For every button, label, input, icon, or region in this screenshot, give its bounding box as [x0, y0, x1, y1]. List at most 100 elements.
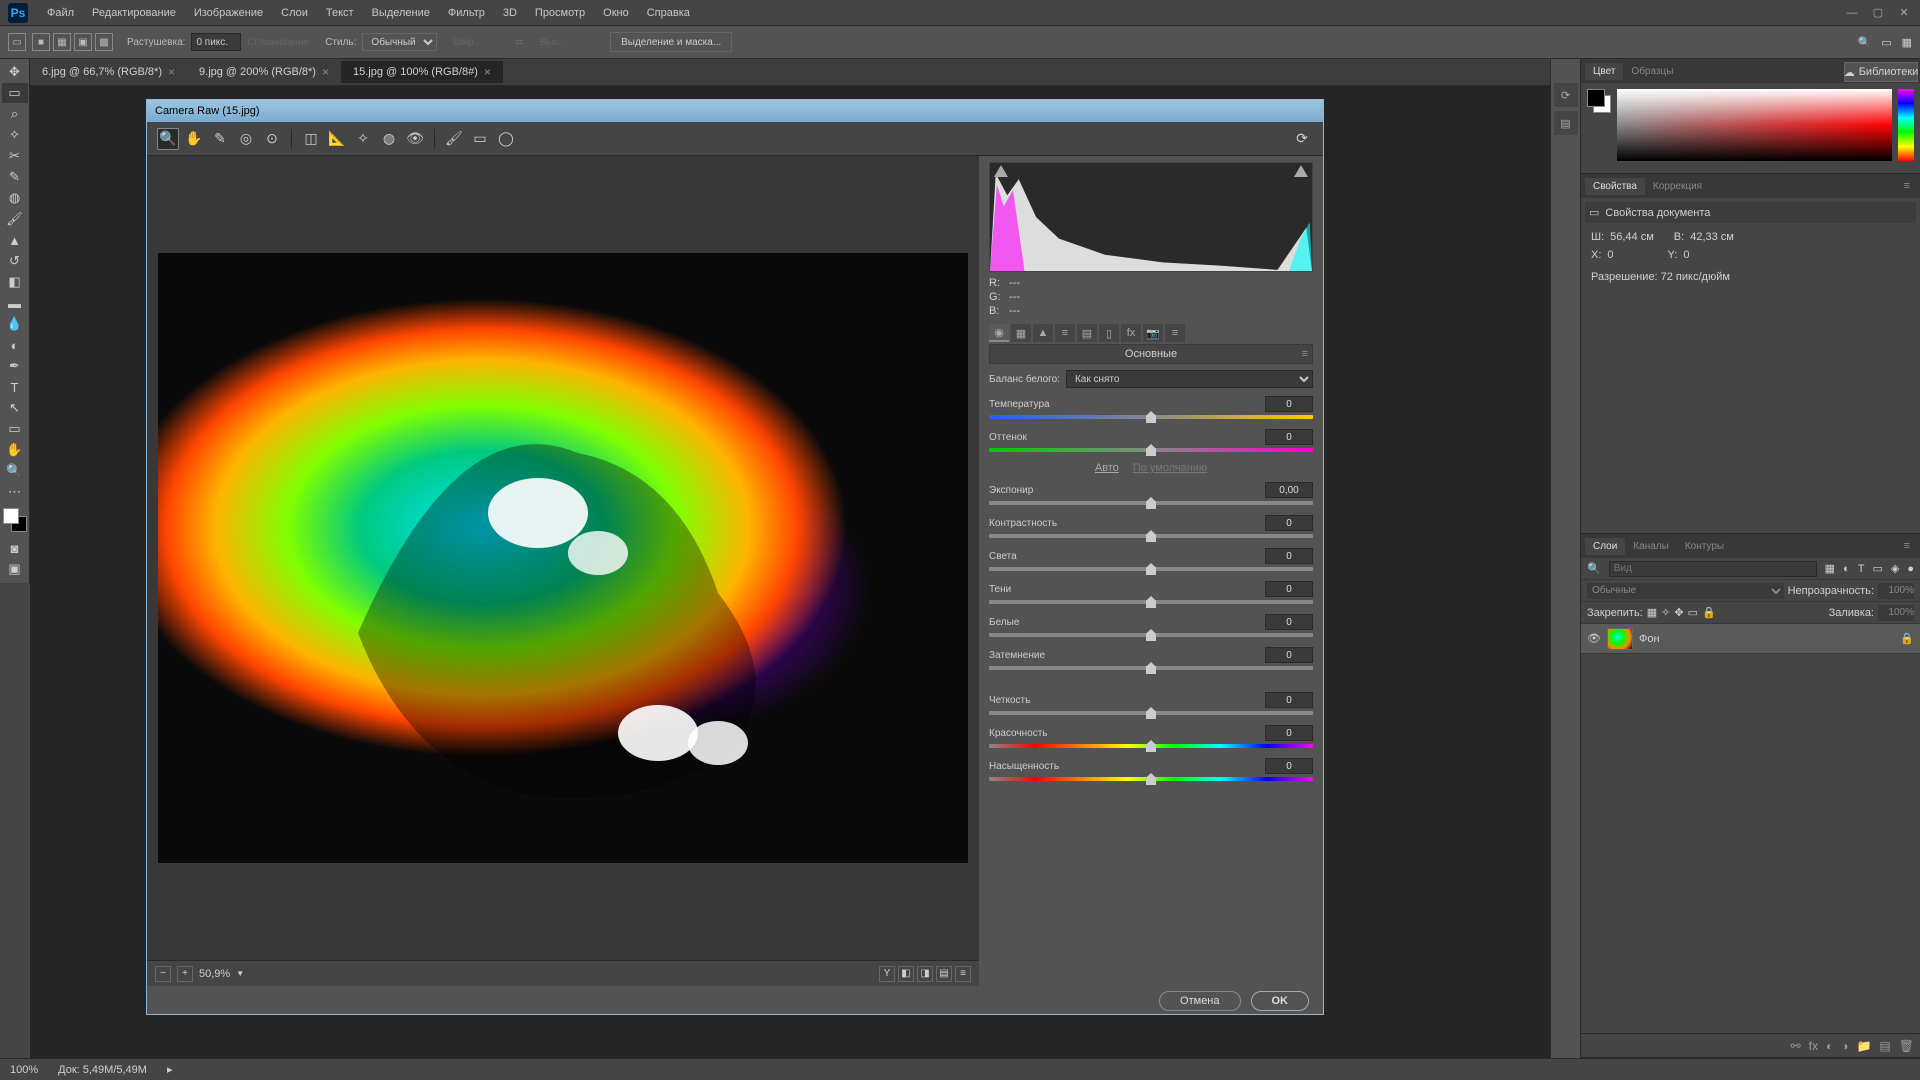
- spot-removal-icon[interactable]: ◍: [378, 128, 400, 150]
- tab-layers[interactable]: Слои: [1585, 538, 1625, 555]
- menu-файл[interactable]: Файл: [38, 7, 83, 19]
- layer-row[interactable]: 👁 Фон 🔒: [1581, 624, 1920, 654]
- preview-image[interactable]: [147, 156, 979, 960]
- settings-icon[interactable]: ⟳: [1291, 128, 1313, 150]
- filter-type-icon[interactable]: ▭: [1872, 562, 1882, 575]
- camera-tab-icon[interactable]: 📷: [1143, 324, 1163, 342]
- crop-tool-icon[interactable]: ◫: [300, 128, 322, 150]
- tab-swatches[interactable]: Образцы: [1623, 63, 1681, 80]
- color-spectrum[interactable]: [1617, 89, 1892, 161]
- basic-tab-icon[interactable]: ◉: [989, 324, 1009, 342]
- slider-value-input[interactable]: [1265, 548, 1313, 564]
- split-tab-icon[interactable]: ▤: [1077, 324, 1097, 342]
- history-dock-icon[interactable]: ⟳: [1554, 83, 1578, 107]
- hsl-tab-icon[interactable]: ≡: [1055, 324, 1075, 342]
- adjustment-icon[interactable]: ◑: [1841, 1039, 1848, 1053]
- slider-track[interactable]: [989, 711, 1313, 715]
- libraries-button[interactable]: ☁ Библиотеки: [1844, 62, 1918, 82]
- slider-track[interactable]: [989, 744, 1313, 748]
- tab-channels[interactable]: Каналы: [1625, 538, 1677, 555]
- slider-track[interactable]: [989, 567, 1313, 571]
- layer-filter-input[interactable]: [1609, 561, 1817, 577]
- history-brush-tool[interactable]: ↺: [2, 251, 28, 271]
- stamp-tool[interactable]: ▲: [2, 230, 28, 250]
- menu-просмотр[interactable]: Просмотр: [526, 7, 594, 19]
- filter-icon[interactable]: 🔍: [1587, 562, 1601, 575]
- search-icon[interactable]: 🔍: [1857, 36, 1871, 49]
- close-icon[interactable]: ✕: [1896, 6, 1912, 20]
- panel-menu-icon[interactable]: ≡: [1898, 540, 1916, 552]
- slider-track[interactable]: [989, 633, 1313, 637]
- slider-value-input[interactable]: [1265, 614, 1313, 630]
- tab-properties[interactable]: Свойства: [1585, 178, 1645, 195]
- select-and-mask-button[interactable]: Выделение и маска...: [610, 32, 732, 52]
- tab-adjustments[interactable]: Коррекция: [1645, 178, 1710, 195]
- subtract-selection-icon[interactable]: ▣: [74, 33, 92, 51]
- document-tab[interactable]: 15.jpg @ 100% (RGB/8#)×: [341, 61, 503, 83]
- straighten-icon[interactable]: 📐: [326, 128, 348, 150]
- lock-all-icon[interactable]: 🔒: [1702, 606, 1716, 619]
- zoom-in-icon[interactable]: +: [177, 966, 193, 982]
- slider-track[interactable]: [989, 600, 1313, 604]
- slider-value-input[interactable]: [1265, 725, 1313, 741]
- lens-tab-icon[interactable]: ▯: [1099, 324, 1119, 342]
- tab-paths[interactable]: Контуры: [1677, 538, 1732, 555]
- minimize-icon[interactable]: —: [1844, 6, 1860, 20]
- menu-слои[interactable]: Слои: [272, 7, 317, 19]
- filter-type-icon[interactable]: ▦: [1825, 562, 1835, 575]
- zoom-level[interactable]: 100%: [10, 1064, 38, 1076]
- radial-filter-icon[interactable]: ◯: [495, 128, 517, 150]
- slider-value-input[interactable]: [1265, 647, 1313, 663]
- slider-thumb[interactable]: [1146, 563, 1156, 575]
- lock-icon[interactable]: 🔒: [1900, 632, 1914, 645]
- new-layer-icon[interactable]: ▤: [1879, 1039, 1890, 1053]
- presets-tab-icon[interactable]: ≡: [1165, 324, 1185, 342]
- magic-wand-tool[interactable]: ✧: [2, 125, 28, 145]
- curve-tab-icon[interactable]: ▦: [1011, 324, 1031, 342]
- pen-tool[interactable]: ✒: [2, 356, 28, 376]
- slider-thumb[interactable]: [1146, 629, 1156, 641]
- hand-tool[interactable]: ✋: [2, 440, 28, 460]
- slider-track[interactable]: [989, 448, 1313, 452]
- slider-thumb[interactable]: [1146, 707, 1156, 719]
- slider-track[interactable]: [989, 501, 1313, 505]
- workspace-icon[interactable]: ▭: [1881, 36, 1891, 49]
- path-tool[interactable]: ↖: [2, 398, 28, 418]
- auto-link[interactable]: Авто: [1095, 462, 1119, 474]
- gradient-filter-icon[interactable]: ▭: [469, 128, 491, 150]
- transform-icon[interactable]: ✧: [352, 128, 374, 150]
- slider-value-input[interactable]: [1265, 692, 1313, 708]
- lock-pixels-icon[interactable]: ▦: [1647, 606, 1657, 619]
- blur-tool[interactable]: 💧: [2, 314, 28, 334]
- slider-value-input[interactable]: [1265, 515, 1313, 531]
- style-select[interactable]: Обычный: [362, 33, 437, 51]
- dodge-tool[interactable]: ◐: [2, 335, 28, 355]
- default-link[interactable]: По умолчанию: [1133, 462, 1207, 474]
- slider-thumb[interactable]: [1146, 411, 1156, 423]
- view-mode-icon[interactable]: ◨: [917, 966, 933, 982]
- target-adjust-icon[interactable]: ⊙: [261, 128, 283, 150]
- redeye-icon[interactable]: 👁: [404, 128, 426, 150]
- fx-icon[interactable]: fx: [1809, 1039, 1818, 1053]
- menu-текст[interactable]: Текст: [317, 7, 363, 19]
- lock-move-icon[interactable]: ✥: [1674, 606, 1683, 619]
- hand-tool-icon[interactable]: ✋: [183, 128, 205, 150]
- quick-mask-icon[interactable]: ◙: [2, 538, 28, 558]
- add-selection-icon[interactable]: ▦: [53, 33, 71, 51]
- group-icon[interactable]: 📁: [1856, 1039, 1871, 1053]
- slider-value-input[interactable]: [1265, 482, 1313, 498]
- brush-tool[interactable]: 🖌: [2, 209, 28, 229]
- slider-track[interactable]: [989, 415, 1313, 419]
- menu-3d[interactable]: 3D: [494, 7, 526, 19]
- slider-thumb[interactable]: [1146, 740, 1156, 752]
- eraser-tool[interactable]: ◧: [2, 272, 28, 292]
- slider-value-input[interactable]: [1265, 758, 1313, 774]
- healing-tool[interactable]: ◍: [2, 188, 28, 208]
- slider-track[interactable]: [989, 777, 1313, 781]
- menu-изображение[interactable]: Изображение: [185, 7, 272, 19]
- view-mode-icon[interactable]: ▤: [936, 966, 952, 982]
- slider-thumb[interactable]: [1146, 773, 1156, 785]
- section-menu-icon[interactable]: ≡: [1302, 348, 1308, 360]
- color-swatch[interactable]: [1587, 89, 1611, 113]
- color-swatches[interactable]: [3, 508, 27, 532]
